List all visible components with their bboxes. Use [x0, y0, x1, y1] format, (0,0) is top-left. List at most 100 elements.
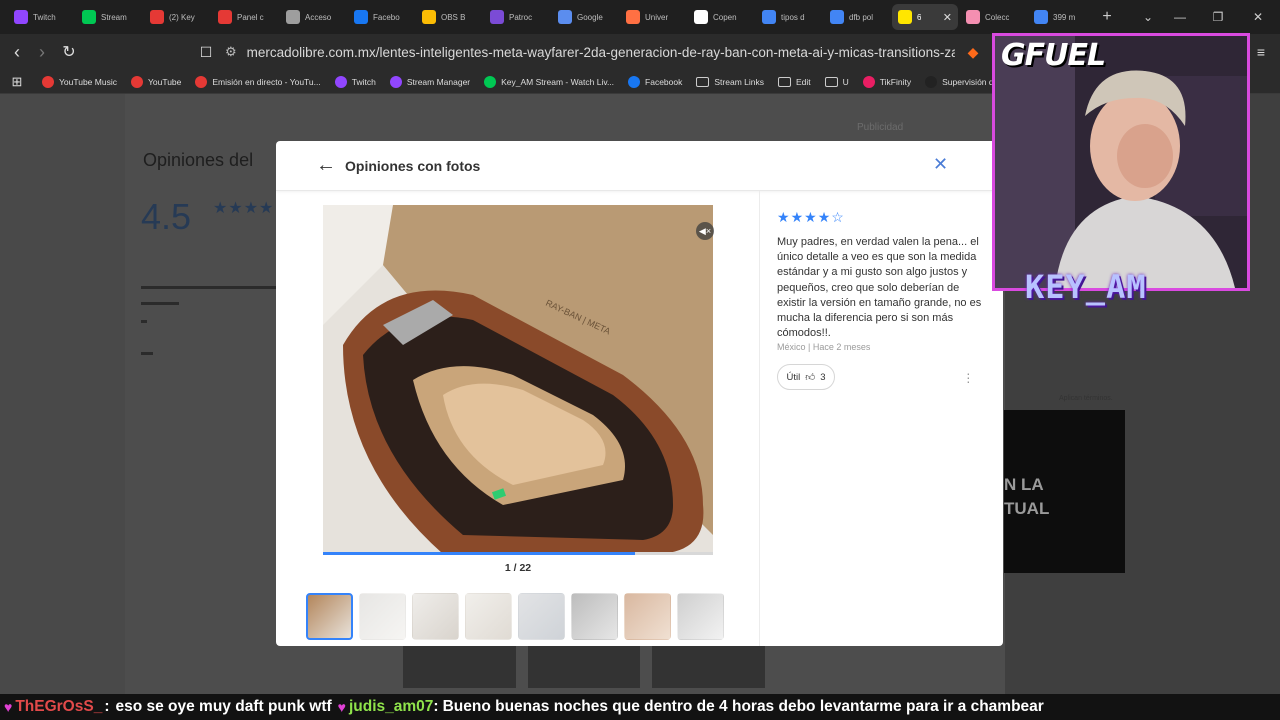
chat-colon: :	[433, 698, 439, 715]
bookmark-item[interactable]: TikFinity	[862, 75, 911, 88]
rating-bar	[141, 352, 153, 355]
browser-tab[interactable]: dfb pol	[824, 4, 890, 30]
back-arrow-icon[interactable]: ←	[316, 155, 336, 175]
bookmark-item[interactable]: Stream Links	[696, 76, 764, 87]
background-thumbnail[interactable]	[403, 646, 516, 688]
tab-label: Panel c	[237, 12, 264, 22]
bookmark-item[interactable]: Facebook	[628, 75, 683, 88]
site-info-icon[interactable]: ⚙	[225, 44, 237, 60]
video-progress-bar[interactable]	[323, 552, 713, 555]
tab-close-icon[interactable]: ✕	[943, 11, 952, 24]
gfuel-logo: GFUEL	[1001, 38, 1106, 73]
restore-icon[interactable]: ❐	[1198, 0, 1238, 34]
background-thumbnail[interactable]	[527, 646, 641, 688]
helpful-count: 3	[820, 371, 826, 383]
browser-tab[interactable]: Univer	[620, 4, 686, 30]
photo-thumbnail[interactable]	[677, 593, 724, 640]
bookmark-item[interactable]: Edit	[777, 76, 811, 87]
reviews-heading: Opiniones del	[143, 150, 254, 170]
mute-icon[interactable]: ◀×	[696, 222, 714, 240]
ad-text-line: TUAL	[1004, 499, 1050, 518]
bookmark-icon[interactable]: ☐	[195, 41, 217, 63]
bookmark-favicon-icon	[628, 75, 641, 88]
browser-tab[interactable]: Facebo	[348, 4, 414, 30]
bookmark-label: Facebook	[645, 76, 683, 87]
bookmark-item[interactable]: YouTube	[130, 75, 182, 88]
browser-tab[interactable]: tipos d	[756, 4, 822, 30]
bookmark-label: Twitch	[351, 76, 376, 87]
photo-thumbnail[interactable]	[518, 593, 565, 640]
address-bar[interactable]: ⚙ mercadolibre.com.mx/lentes-inteligente…	[225, 39, 955, 65]
bookmark-item[interactable]: Stream Manager	[389, 75, 470, 88]
bookmark-label: Emisión en directo - YouTu...	[212, 76, 321, 87]
window-close-icon[interactable]: ✕	[1238, 0, 1278, 34]
browser-tab[interactable]: Copen	[688, 4, 754, 30]
photo-thumbnail[interactable]	[359, 593, 406, 640]
tab-favicon-icon	[966, 10, 980, 24]
bookmark-label: YouTube	[147, 76, 182, 87]
close-icon[interactable]: ✕	[933, 154, 948, 174]
helpful-button[interactable]: Útil 👍︎ 3	[777, 364, 835, 390]
tab-favicon-icon	[1034, 10, 1048, 24]
browser-tab[interactable]: Colecc	[960, 4, 1026, 30]
browser-tab[interactable]: OBS B	[416, 4, 482, 30]
thumbnail-strip	[306, 593, 724, 641]
screen: Twitch Stream (2) Key Panel c Acceso Facebo OB…	[0, 0, 1280, 720]
photo-thumbnail[interactable]	[412, 593, 459, 640]
rating-bar	[141, 302, 179, 305]
bookmark-label: Stream Links	[714, 76, 764, 87]
modal-divider	[759, 191, 760, 646]
minimize-icon[interactable]: —	[1160, 0, 1200, 34]
photo-thumbnail[interactable]	[306, 593, 353, 640]
background-thumbnail[interactable]	[652, 646, 766, 688]
review-meta: México | Hace 2 meses	[777, 342, 871, 352]
browser-tab[interactable]: 6 ✕	[892, 4, 958, 30]
bookmark-item[interactable]: Twitch	[334, 75, 376, 88]
tab-favicon-icon	[218, 10, 232, 24]
tab-favicon-icon	[626, 10, 640, 24]
tab-label: OBS B	[441, 12, 466, 22]
review-stars: ★★★★☆	[777, 209, 845, 226]
bookmark-item[interactable]: U	[824, 76, 849, 87]
tab-favicon-icon	[558, 10, 572, 24]
browser-tab[interactable]: Patroc	[484, 4, 550, 30]
rating-stars: ★★★★	[213, 200, 275, 217]
browser-tab[interactable]: 399 m	[1028, 4, 1094, 30]
brave-shield-icon[interactable]: ◆	[962, 41, 984, 63]
chat-colon: :	[104, 698, 110, 715]
forward-icon[interactable]: ›	[31, 41, 53, 63]
photo-thumbnail[interactable]	[571, 593, 618, 640]
more-options-icon[interactable]: · · ·	[966, 366, 971, 388]
glasses-case-image: RAY-BAN | META	[323, 205, 713, 554]
reload-icon[interactable]: ↻	[58, 41, 80, 63]
apps-grid-icon[interactable]: ⊞	[6, 71, 28, 93]
bookmark-item[interactable]: YouTube Music	[42, 75, 117, 88]
bookmark-item[interactable]: Key_AM Stream - Watch Liv...	[484, 75, 614, 88]
browser-tab[interactable]: Panel c	[212, 4, 278, 30]
bookmark-item[interactable]: Emisión en directo - YouTu...	[195, 75, 321, 88]
ad-banner[interactable]: N LA TUAL	[1004, 410, 1125, 573]
photo-thumbnail[interactable]	[465, 593, 512, 640]
browser-tab[interactable]: (2) Key	[144, 4, 210, 30]
back-icon[interactable]: ‹	[6, 41, 28, 63]
tab-strip: Twitch Stream (2) Key Panel c Acceso Facebo OB…	[0, 0, 1280, 34]
tab-label: tipos d	[781, 12, 805, 22]
tab-label: Stream	[101, 12, 127, 22]
streamer-name: KEY_AM	[1025, 268, 1147, 306]
browser-tab[interactable]: Stream	[76, 4, 142, 30]
menu-icon[interactable]: ≡	[1250, 41, 1272, 63]
tab-label: (2) Key	[169, 12, 195, 22]
rating-bar	[141, 320, 147, 323]
browser-tab[interactable]: Twitch	[8, 4, 74, 30]
star-filled-icon: ★	[804, 209, 818, 225]
photo-thumbnail[interactable]	[624, 593, 671, 640]
browser-tab[interactable]: Acceso	[280, 4, 346, 30]
chat-ticker: ♥ ThEGrOsS_ : eso se oye muy daft punk w…	[0, 694, 1280, 720]
review-photo[interactable]: RAY-BAN | META	[323, 205, 713, 554]
tab-label: Univer	[645, 12, 669, 22]
tab-favicon-icon	[150, 10, 164, 24]
star-empty-icon: ☆	[831, 209, 845, 225]
browser-tab[interactable]: Google	[552, 4, 618, 30]
new-tab-button[interactable]: +	[1094, 8, 1120, 26]
tab-favicon-icon	[354, 10, 368, 24]
